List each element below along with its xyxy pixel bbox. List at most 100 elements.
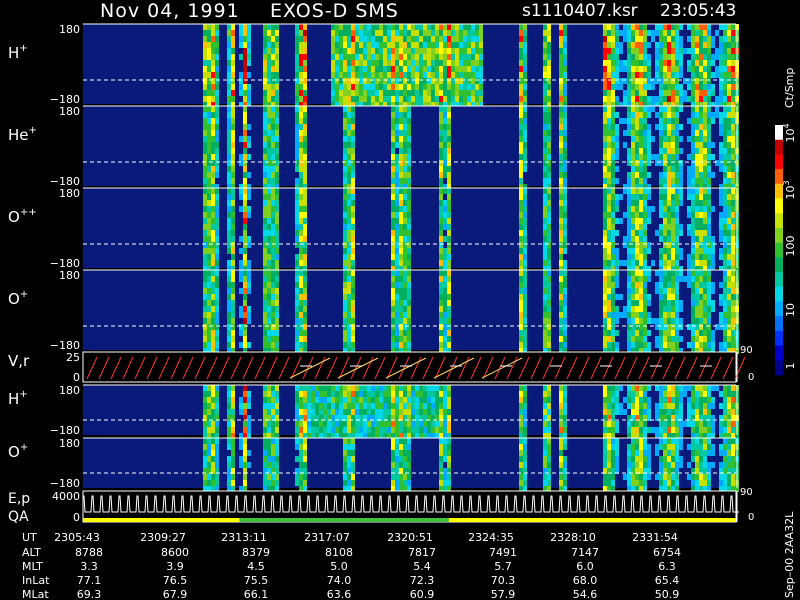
heatmap-cell	[451, 30, 455, 36]
heatmap-cell	[695, 212, 699, 218]
heatmap-cell	[703, 260, 707, 266]
heatmap-cell	[395, 306, 399, 312]
heatmap-cell	[663, 336, 667, 342]
heatmap-cell	[415, 78, 419, 84]
heatmap-cell	[215, 474, 219, 480]
heatmap-cell	[563, 330, 567, 336]
heatmap-cell	[415, 391, 419, 397]
heatmap-cell	[391, 112, 395, 118]
heatmap-cell	[275, 48, 279, 54]
heatmap-cell	[207, 312, 211, 318]
heatmap-cell	[607, 330, 611, 336]
heatmap-cell	[439, 200, 443, 206]
heatmap-cell	[695, 450, 699, 456]
heatmap-cell	[559, 130, 563, 136]
heatmap-cell	[391, 218, 395, 224]
heatmap-cell	[679, 462, 683, 468]
heatmap-cell	[547, 444, 551, 450]
heatmap-cell	[275, 42, 279, 48]
heatmap-cell	[399, 172, 403, 178]
heatmap-cell	[407, 172, 411, 178]
heatmap-cell	[395, 242, 399, 248]
heatmap-cell	[403, 438, 407, 444]
heatmap-cell	[399, 474, 403, 480]
heatmap-cell	[275, 409, 279, 415]
heatmap-cell	[303, 160, 307, 166]
heatmap-cell	[639, 306, 643, 312]
heatmap-cell	[719, 254, 723, 260]
heatmap-cell	[643, 30, 647, 36]
heatmap-cell	[271, 260, 275, 266]
heatmap-cell	[439, 78, 443, 84]
heatmap-cell	[695, 84, 699, 90]
heatmap-cell	[707, 427, 711, 433]
heatmap-cell	[227, 30, 231, 36]
heatmap-cell	[455, 96, 459, 102]
heatmap-cell	[723, 200, 727, 206]
heatmap-cell	[211, 60, 215, 66]
heatmap-cell	[719, 66, 723, 72]
heatmap-cell	[671, 224, 675, 230]
heatmap-cell	[695, 24, 699, 30]
heatmap-cell	[395, 178, 399, 184]
heatmap-cell	[675, 480, 679, 486]
heatmap-cell	[427, 391, 431, 397]
heatmap-cell	[391, 160, 395, 166]
right-tick-bottom: 0	[748, 372, 754, 383]
heatmap-cell	[203, 30, 207, 36]
heatmap-cell	[203, 90, 207, 96]
heatmap-cell	[519, 42, 523, 48]
heatmap-cell	[651, 30, 655, 36]
heatmap-cell	[731, 312, 735, 318]
heatmap-cell	[423, 42, 427, 48]
heatmap-cell	[691, 118, 695, 124]
heatmap-cell	[263, 112, 267, 118]
heatmap-cell	[699, 456, 703, 462]
heatmap-cell	[607, 72, 611, 78]
heatmap-cell	[435, 54, 439, 60]
heatmap-cell	[275, 294, 279, 300]
heatmap-cell	[347, 403, 351, 409]
heatmap-cell	[207, 60, 211, 66]
heatmap-cell	[351, 200, 355, 206]
heatmap-cell	[203, 294, 207, 300]
heatmap-cell	[655, 48, 659, 54]
heatmap-cell	[695, 78, 699, 84]
heatmap-cell	[627, 154, 631, 160]
heatmap-cell	[403, 342, 407, 348]
heatmap-cell	[351, 397, 355, 403]
heatmap-cell	[407, 178, 411, 184]
heatmap-cell	[671, 42, 675, 48]
heatmap-cell	[383, 421, 387, 427]
heatmap-cell	[431, 397, 435, 403]
heatmap-cell	[263, 42, 267, 48]
heatmap-cell	[563, 72, 567, 78]
heatmap-cell	[723, 154, 727, 160]
heatmap-cell	[215, 300, 219, 306]
heatmap-cell	[619, 194, 623, 200]
heatmap-cell	[407, 391, 411, 397]
heatmap-cell	[523, 282, 527, 288]
heatmap-cell	[663, 312, 667, 318]
heatmap-cell	[643, 154, 647, 160]
heatmap-cell	[447, 42, 451, 48]
heatmap-cell	[659, 148, 663, 154]
heatmap-cell	[647, 294, 651, 300]
heatmap-cell	[447, 66, 451, 72]
heatmap-cell	[631, 288, 635, 294]
heatmap-cell	[559, 188, 563, 194]
heatmap-cell	[727, 385, 731, 391]
heatmap-cell	[343, 300, 347, 306]
heatmap-cell	[363, 427, 367, 433]
heatmap-cell	[427, 403, 431, 409]
heatmap-cell	[719, 36, 723, 42]
heatmap-cell	[247, 60, 251, 66]
heatmap-cell	[351, 254, 355, 260]
heatmap-cell	[627, 324, 631, 330]
heatmap-cell	[543, 36, 547, 42]
heatmap-cell	[523, 242, 527, 248]
heatmap-cell	[395, 236, 399, 242]
heatmap-cell	[699, 84, 703, 90]
heatmap-cell	[719, 84, 723, 90]
heatmap-cell	[675, 54, 679, 60]
